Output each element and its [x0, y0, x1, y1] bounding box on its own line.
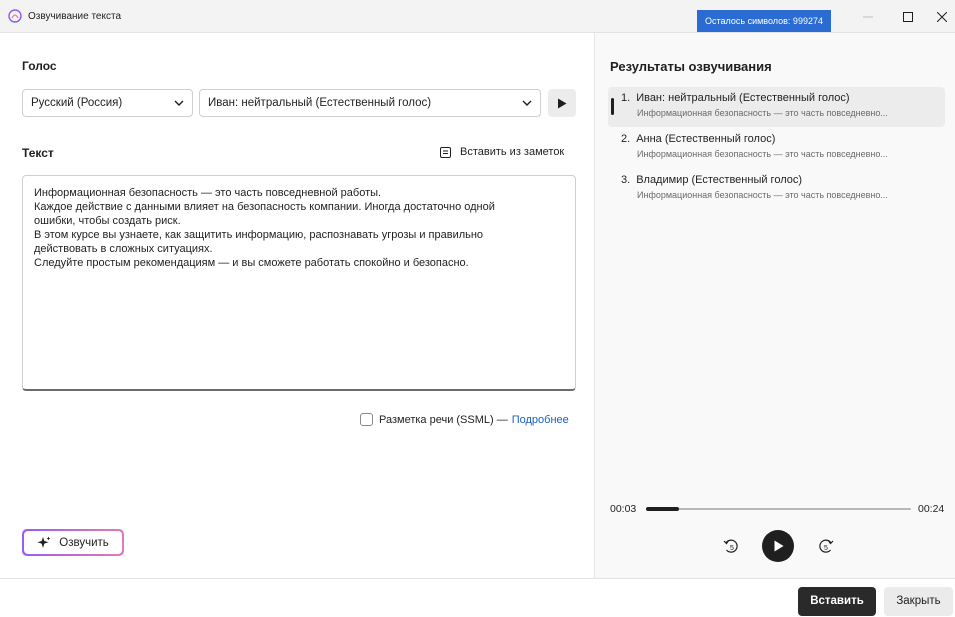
text-line: Каждое действие с данными влияет на безо…: [34, 201, 495, 213]
result-item[interactable]: 3. Владимир (Естественный голос) Информац…: [608, 169, 945, 209]
rewind-5-button[interactable]: 5: [722, 537, 740, 555]
results-title: Результаты озвучивания: [610, 59, 772, 74]
voice-select[interactable]: Иван: нейтральный (Естественный голос): [199, 89, 541, 117]
close-icon: [937, 12, 947, 22]
result-name: 1. Иван: нейтральный (Естественный голос): [621, 92, 850, 104]
forward-seconds: 5: [824, 545, 828, 552]
chars-left-badge: Осталось символов: 999274: [697, 10, 831, 32]
result-item[interactable]: 2. Анна (Естественный голос) Информационн…: [608, 128, 945, 168]
insert-from-notes-label: Вставить из заметок: [460, 146, 565, 158]
close-button[interactable]: Закрыть: [884, 587, 953, 616]
text-line: Информационная безопасность — это часть …: [34, 187, 382, 199]
insert-from-notes-button[interactable]: Вставить из заметок: [440, 146, 564, 158]
speak-button-inner: Озвучить: [24, 531, 122, 554]
app-icon: [8, 9, 22, 23]
minimize-button[interactable]: [848, 5, 888, 29]
text-line: В этом курсе вы узнаете, как защитить ин…: [34, 229, 484, 241]
text-line: Следуйте простым рекомендациям — и вы см…: [34, 257, 469, 269]
result-number: 3.: [621, 174, 631, 186]
window-title: Озвучивание текста: [28, 11, 122, 22]
text-label: Текст: [22, 146, 54, 160]
result-voice: Анна (Естественный голос): [636, 133, 776, 145]
insert-button[interactable]: Вставить: [798, 587, 876, 616]
ssml-more-link[interactable]: Подробнее: [512, 414, 569, 426]
progress-fill: [646, 507, 680, 511]
current-time: 00:03: [610, 503, 637, 515]
speak-button-label: Озвучить: [59, 536, 109, 549]
language-select-value: Русский (Россия): [31, 97, 123, 109]
chevron-down-icon: [522, 100, 532, 106]
voice-select-value: Иван: нейтральный (Естественный голос): [208, 97, 432, 109]
close-window-button[interactable]: [922, 5, 955, 29]
progress-slider[interactable]: [646, 507, 911, 511]
result-name: 2. Анна (Естественный голос): [621, 133, 775, 145]
language-select[interactable]: Русский (Россия): [22, 89, 193, 117]
ssml-option: Разметка речи (SSML) — Подробнее: [360, 413, 569, 426]
result-name: 3. Владимир (Естественный голос): [621, 174, 802, 186]
sparkle-icon: [37, 536, 51, 548]
play-icon: [558, 98, 567, 108]
preview-voice-button[interactable]: [548, 89, 576, 117]
voice-label: Голос: [22, 59, 57, 73]
ssml-checkbox[interactable]: [360, 413, 373, 426]
play-button[interactable]: [762, 530, 794, 562]
forward-icon: 5: [819, 539, 834, 553]
maximize-icon: [903, 12, 913, 22]
text-line: ошибки, чтобы создать риск.: [34, 215, 181, 227]
rewind-seconds: 5: [730, 545, 734, 552]
result-voice: Владимир (Естественный голос): [636, 174, 803, 186]
result-snippet: Информационная безопасность — это часть …: [637, 149, 888, 159]
speak-button[interactable]: Озвучить: [22, 529, 124, 556]
text-input[interactable]: Информационная безопасность — это часть …: [22, 175, 576, 391]
play-icon: [774, 540, 783, 552]
result-number: 2.: [621, 133, 631, 145]
result-snippet: Информационная безопасность — это часть …: [637, 190, 888, 200]
result-snippet: Информационная безопасность — это часть …: [637, 108, 888, 118]
minimize-icon: [863, 16, 873, 18]
rewind-icon: 5: [723, 539, 738, 553]
total-time: 00:24: [918, 503, 945, 515]
result-voice: Иван: нейтральный (Естественный голос): [636, 92, 850, 104]
text-line: действовать в сложных ситуациях.: [34, 243, 213, 255]
chevron-down-icon: [174, 100, 184, 106]
result-item[interactable]: 1. Иван: нейтральный (Естественный голос)…: [608, 87, 945, 127]
notes-icon: [440, 146, 451, 158]
title-bar: Озвучивание текста Осталось символов: 99…: [0, 0, 955, 33]
ssml-label: Разметка речи (SSML) —: [379, 413, 508, 426]
forward-5-button[interactable]: 5: [817, 537, 835, 555]
result-number: 1.: [621, 92, 631, 104]
selection-indicator: [611, 98, 614, 115]
